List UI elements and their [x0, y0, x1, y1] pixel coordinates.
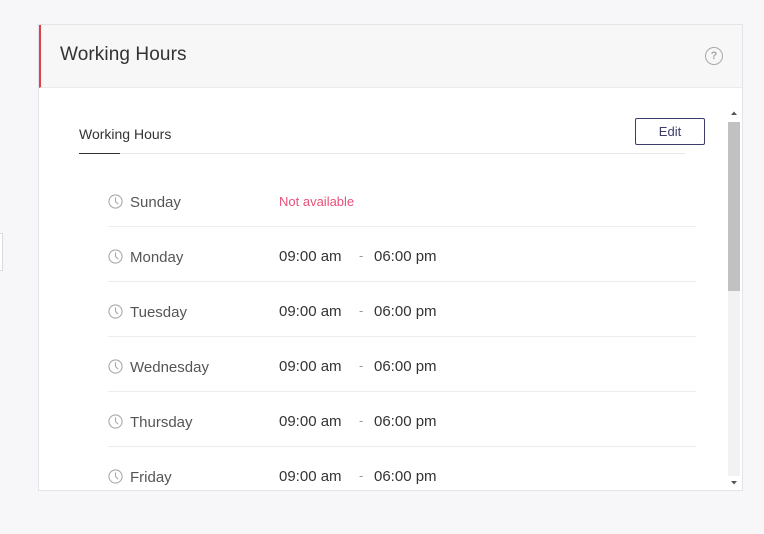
- day-name: Monday: [130, 249, 184, 266]
- time-separator: -: [359, 468, 364, 483]
- schedule-row-wednesday: Wednesday 09:00 am - 06:00 pm: [108, 337, 696, 392]
- start-time: 09:00 am: [279, 303, 342, 320]
- start-time: 09:00 am: [279, 248, 342, 265]
- side-panel-edge: [0, 233, 3, 271]
- schedule-list: Sunday Not available Monday 09:00 am - 0…: [108, 172, 696, 490]
- not-available-status: Not available: [279, 194, 355, 209]
- day-name: Sunday: [130, 194, 181, 211]
- vertical-scrollbar[interactable]: [726, 106, 742, 490]
- schedule-row-sunday: Sunday Not available: [108, 172, 696, 227]
- edit-button[interactable]: Edit: [635, 118, 705, 145]
- panel-title: Working Hours: [60, 44, 187, 65]
- start-time: 09:00 am: [279, 358, 342, 375]
- working-hours-panel: Working Hours ? Working Hours Edit Sunda…: [38, 24, 743, 491]
- schedule-row-tuesday: Tuesday 09:00 am - 06:00 pm: [108, 282, 696, 337]
- scrollbar-thumb[interactable]: [728, 122, 740, 291]
- time-separator: -: [359, 303, 364, 318]
- time-separator: -: [359, 413, 364, 428]
- end-time: 06:00 pm: [374, 303, 437, 320]
- active-tab-indicator: [79, 152, 120, 154]
- clock-icon: [108, 469, 123, 484]
- clock-icon: [108, 249, 123, 264]
- time-separator: -: [359, 358, 364, 373]
- tab-label: Working Hours: [79, 126, 172, 142]
- end-time: 06:00 pm: [374, 468, 437, 485]
- help-icon[interactable]: ?: [705, 47, 723, 65]
- clock-icon: [108, 194, 123, 209]
- day-name: Friday: [130, 469, 172, 486]
- start-time: 09:00 am: [279, 468, 342, 485]
- tab-working-hours[interactable]: Working Hours: [79, 126, 172, 154]
- scroll-up-icon[interactable]: [726, 106, 742, 120]
- time-separator: -: [359, 248, 364, 263]
- clock-icon: [108, 304, 123, 319]
- schedule-row-monday: Monday 09:00 am - 06:00 pm: [108, 227, 696, 282]
- day-name: Tuesday: [130, 304, 187, 321]
- end-time: 06:00 pm: [374, 413, 437, 430]
- panel-header: Working Hours ?: [39, 25, 742, 88]
- schedule-row-friday: Friday 09:00 am - 06:00 pm: [108, 447, 696, 490]
- day-name: Thursday: [130, 414, 193, 431]
- schedule-row-thursday: Thursday 09:00 am - 06:00 pm: [108, 392, 696, 447]
- clock-icon: [108, 359, 123, 374]
- tab-bar: Working Hours: [79, 116, 685, 154]
- end-time: 06:00 pm: [374, 248, 437, 265]
- scroll-down-icon[interactable]: [726, 476, 742, 490]
- scrollbar-track[interactable]: [728, 122, 740, 476]
- day-name: Wednesday: [130, 359, 209, 376]
- start-time: 09:00 am: [279, 413, 342, 430]
- panel-content: Working Hours Edit Sunday Not available …: [39, 88, 724, 490]
- clock-icon: [108, 414, 123, 429]
- end-time: 06:00 pm: [374, 358, 437, 375]
